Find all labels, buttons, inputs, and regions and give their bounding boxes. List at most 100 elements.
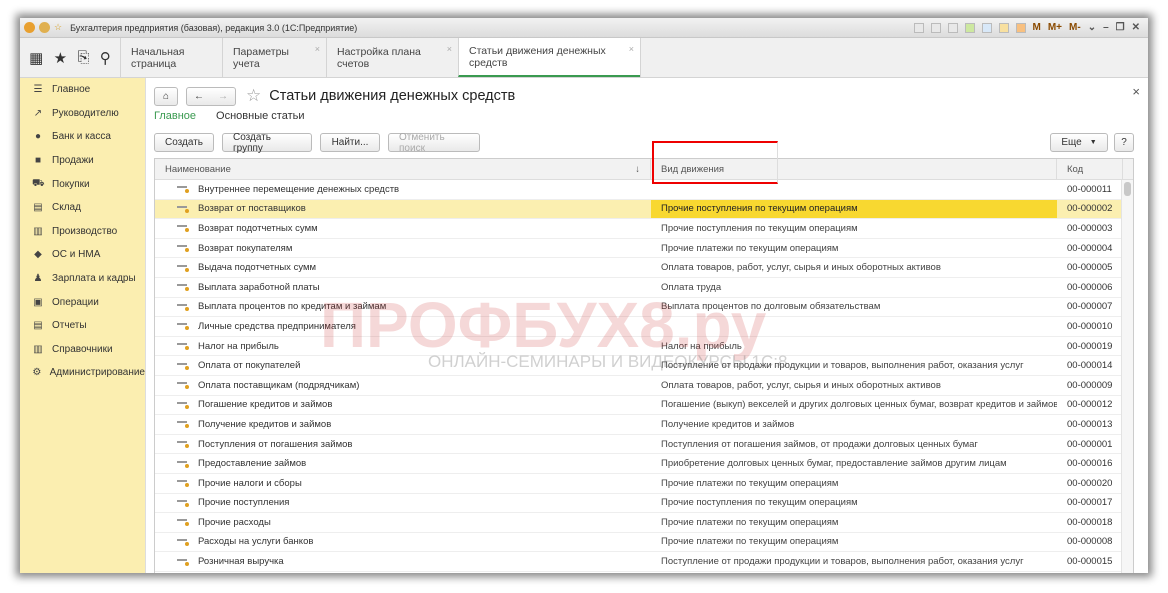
table-row[interactable]: Возврат покупателям Прочие платежи по тек… — [155, 239, 1133, 259]
history-icon[interactable]: ⎘ — [77, 49, 89, 66]
cell-name: Прочие налоги и сборы — [198, 477, 302, 489]
cell-code: 00-000002 — [1067, 203, 1113, 215]
print-icon[interactable] — [930, 22, 941, 33]
tab-accounting-params[interactable]: Параметры учета × — [222, 38, 326, 77]
sidebar-item[interactable]: ◆ ОС и НМА — [20, 243, 145, 267]
help-button[interactable]: ? — [1114, 133, 1134, 152]
cell-name: Возврат от поставщиков — [198, 203, 306, 215]
factory-icon: ▥ — [33, 225, 43, 237]
sidebar-item[interactable]: ▤ Отчеты — [20, 314, 145, 338]
save-icon[interactable] — [913, 22, 924, 33]
table-row[interactable]: Налог на прибыль Налог на прибыль 00-00001… — [155, 337, 1133, 357]
sidebar-item[interactable]: ⚙ Администрирование — [20, 361, 145, 385]
table-row[interactable]: Прочие поступления Прочие поступления по … — [155, 494, 1133, 514]
tab-chart-of-accounts[interactable]: Настройка плана счетов × — [326, 38, 458, 77]
close-tab-icon[interactable]: × — [447, 44, 452, 54]
minimize-icon[interactable]: – — [1103, 22, 1109, 33]
table-row[interactable]: Прочие расходы Прочие платежи по текущим … — [155, 513, 1133, 533]
calculator-icon[interactable] — [998, 22, 1009, 33]
cancel-search-button[interactable]: Отменить поиск — [388, 132, 480, 154]
favorites-icon[interactable]: ★ — [54, 49, 67, 67]
cell-movement-type: Приобретение долговых ценных бумаг, пред… — [661, 458, 1007, 470]
column-movement-type[interactable]: Вид движения — [651, 159, 1057, 179]
sidebar-item[interactable]: ● Банк и касса — [20, 125, 145, 149]
scrollbar[interactable] — [1121, 180, 1133, 573]
warehouse-icon: ▤ — [33, 202, 43, 214]
tab-home[interactable]: Начальная страница — [120, 38, 222, 77]
favorites-add-icon[interactable] — [964, 22, 975, 33]
home-button[interactable]: ⌂ — [154, 86, 178, 106]
sidebar-item[interactable]: ↗ Руководителю — [20, 102, 145, 126]
item-icon — [177, 303, 189, 311]
sidebar-item[interactable]: ▣ Операции — [20, 290, 145, 314]
more-button[interactable]: Еще ▼ — [1050, 133, 1108, 152]
column-code[interactable]: Код — [1057, 159, 1123, 179]
sidebar-item[interactable]: ⛟ Покупки — [20, 172, 145, 196]
preview-icon[interactable] — [947, 22, 958, 33]
cell-name: Прочие поступления — [198, 497, 290, 509]
column-name[interactable]: Наименование ↓ — [155, 141, 778, 184]
table-row[interactable]: Выплата заработной платы Оплата труда 00-0… — [155, 278, 1133, 298]
table-row[interactable]: Розничная выручка Поступление от продажи … — [155, 552, 1133, 572]
table-row[interactable]: Выдача подотчетных сумм Оплата товаров, р… — [155, 258, 1133, 278]
create-group-button[interactable]: Создать группу — [222, 132, 312, 154]
item-icon — [177, 480, 189, 488]
table-row[interactable]: Расходы на услуги банков Прочие платежи п… — [155, 533, 1133, 553]
tab-bar: ▦ ★ ⎘ ⚲ Начальная страница Параметры уче… — [20, 38, 1148, 78]
table-row[interactable]: Оплата от покупателей Поступление от прод… — [155, 356, 1133, 376]
close-tab-icon[interactable]: × — [315, 44, 320, 54]
table-row[interactable]: Оплата поставщикам (подрядчикам) Оплата т… — [155, 376, 1133, 396]
table-row[interactable]: Предоставление займов Приобретение долгов… — [155, 454, 1133, 474]
table-row[interactable]: Внутреннее перемещение денежных средств 0… — [155, 180, 1133, 200]
table-row[interactable]: Поступления от погашения займов Поступлен… — [155, 435, 1133, 455]
sidebar-item[interactable]: ♟ Зарплата и кадры — [20, 267, 145, 291]
tab-cash-flow-items[interactable]: Статьи движения денежных средств × — [458, 38, 640, 77]
menu-dropdown-icon[interactable] — [39, 22, 50, 33]
table-row[interactable]: Погашение кредитов и займов Погашение (вы… — [155, 396, 1133, 416]
sidebar-item-label: Отчеты — [52, 320, 87, 332]
sidebar-item-label: Справочники — [52, 343, 113, 355]
forward-icon[interactable]: → — [218, 91, 228, 102]
create-button[interactable]: Создать — [154, 133, 214, 152]
bag-icon: ■ — [34, 155, 42, 167]
restore-icon[interactable]: ❐ — [1116, 22, 1125, 33]
scrollbar-thumb[interactable] — [1124, 182, 1131, 196]
table-row[interactable]: Получение кредитов и займов Получение кре… — [155, 415, 1133, 435]
sidebar-item-label: Банк и касса — [52, 131, 111, 143]
m-plus-button[interactable]: M+ — [1048, 22, 1062, 33]
dropdown-icon[interactable]: ⌄ — [1088, 22, 1096, 33]
calendar-icon[interactable] — [1015, 22, 1026, 33]
star-icon[interactable]: ☆ — [54, 22, 62, 33]
cell-name: Выплата процентов по кредитам и займам — [198, 301, 387, 313]
close-form-icon[interactable]: × — [1132, 84, 1140, 99]
table-row[interactable]: Прочие налоги и сборы Прочие платежи по т… — [155, 474, 1133, 494]
link-icon[interactable] — [981, 22, 992, 33]
cell-movement-type: Выплата процентов по долговым обязательс… — [661, 301, 881, 313]
sidebar-item[interactable]: ■ Продажи — [20, 149, 145, 173]
table-row[interactable]: Возврат от поставщиков Прочие поступления… — [155, 199, 1133, 220]
m-minus-button[interactable]: M- — [1069, 22, 1081, 33]
table-row[interactable]: Личные средства предпринимателя 00-000010 — [155, 317, 1133, 337]
sidebar-item[interactable]: ▥ Справочники — [20, 338, 145, 362]
section-main[interactable]: Главное — [154, 110, 196, 122]
table-header: Наименование ↓ Вид движения Код — [155, 141, 1133, 184]
table-row[interactable]: Выплата процентов по кредитам и займам Вы… — [155, 298, 1133, 318]
back-icon[interactable]: ← — [194, 91, 204, 102]
close-tab-icon[interactable]: × — [629, 44, 634, 54]
m-button[interactable]: M — [1033, 22, 1041, 33]
favorite-star-icon[interactable]: ☆ — [246, 86, 261, 106]
sidebar-item[interactable]: ▥ Производство — [20, 220, 145, 244]
people-icon: ♟ — [33, 273, 43, 285]
cell-code: 00-000018 — [1067, 516, 1113, 528]
close-window-icon[interactable]: ✕ — [1132, 22, 1140, 33]
table-row[interactable]: Возврат подотчетных сумм Прочие поступлен… — [155, 219, 1133, 239]
sidebar-item-label: Главное — [52, 84, 91, 96]
search-icon[interactable]: ⚲ — [100, 49, 111, 67]
sidebar-item[interactable]: ▤ Склад — [20, 196, 145, 220]
tab-label: Статьи движения денежных средств — [469, 44, 606, 69]
section-main-items[interactable]: Основные статьи — [216, 110, 304, 122]
sidebar-item[interactable]: ☰ Главное — [20, 78, 145, 102]
find-button[interactable]: Найти... — [320, 133, 380, 152]
apps-grid-icon[interactable]: ▦ — [29, 49, 43, 67]
cell-code: 00-000019 — [1067, 340, 1113, 352]
